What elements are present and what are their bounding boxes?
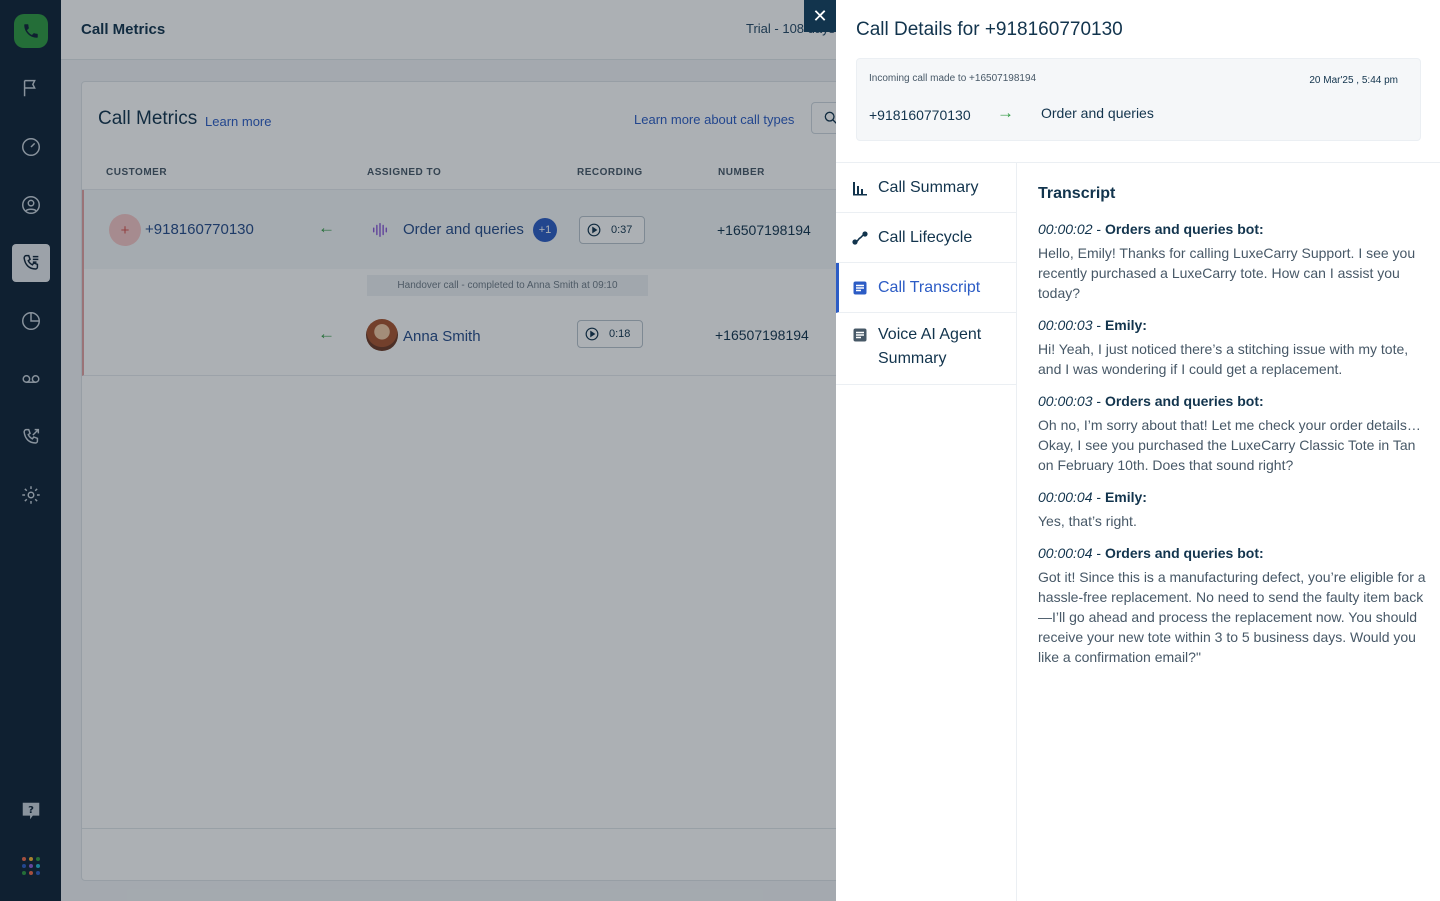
close-icon: ✕ (812, 5, 828, 26)
message-text: Hello, Emily! Thanks for calling LuxeCar… (1038, 245, 1416, 301)
destination-name: Order and queries (1041, 105, 1154, 121)
tab-label: Voice AI Agent Summary (878, 326, 982, 367)
panel-title: Call Details for +918160770130 (856, 19, 1123, 40)
speaker: Orders and queries bot: (1104, 221, 1264, 237)
bar-chart-icon (853, 181, 867, 195)
timestamp: 00:00:04 (1038, 489, 1093, 505)
timestamp: 00:00:03 (1038, 393, 1093, 409)
call-direction-label: Incoming call made to +16507198194 (869, 73, 1037, 84)
tab-voice-ai-agent-summary[interactable]: Voice AI Agent Summary (836, 313, 1017, 385)
modal-backdrop[interactable] (0, 0, 836, 901)
close-panel-button[interactable]: ✕ (804, 0, 836, 32)
message-text: Hi! Yeah, I just noticed there’s a stitc… (1038, 341, 1409, 377)
tab-call-lifecycle[interactable]: Call Lifecycle (836, 213, 1017, 263)
message-text: Yes, that’s right. (1038, 513, 1137, 529)
call-timestamp: 20 Mar'25 , 5:44 pm (1309, 75, 1398, 86)
tab-label: Call Lifecycle (878, 228, 973, 246)
speaker: Emily: (1104, 317, 1147, 333)
speaker: Emily: (1104, 489, 1147, 505)
tab-call-summary[interactable]: Call Summary (836, 163, 1017, 213)
tab-label: Call Transcript (878, 278, 981, 296)
transcript-entry: 00:00:03 - Orders and queries bot: Oh no… (1038, 393, 1430, 475)
message-text: Got it! Since this is a manufacturing de… (1038, 569, 1426, 665)
timestamp: 00:00:02 (1038, 221, 1093, 237)
lifecycle-icon (852, 230, 868, 245)
caller-number: +918160770130 (869, 107, 971, 123)
tab-call-transcript[interactable]: Call Transcript (836, 263, 1017, 313)
call-details-panel: Call Details for +918160770130 Incoming … (836, 0, 1440, 901)
transcript-heading: Transcript (1038, 185, 1116, 202)
speaker: Orders and queries bot: (1104, 545, 1264, 561)
speaker: Orders and queries bot: (1104, 393, 1264, 409)
tab-label: Call Summary (878, 178, 979, 196)
detail-tabs: Call Summary Call Lifecycle Call Transcr… (836, 163, 1017, 901)
transcript-entry: 00:00:02 - Orders and queries bot: Hello… (1038, 221, 1430, 303)
call-info-box: Incoming call made to +16507198194 20 Ma… (856, 58, 1421, 141)
transcript-entry: 00:00:04 - Orders and queries bot: Got i… (1038, 545, 1430, 667)
message-text: Oh no, I’m sorry about that! Let me chec… (1038, 417, 1421, 473)
transcript-entry: 00:00:04 - Emily: Yes, that’s right. (1038, 489, 1430, 531)
transcript-section: Transcript 00:00:02 - Orders and queries… (1038, 185, 1430, 681)
timestamp: 00:00:04 (1038, 545, 1093, 561)
summary-icon (853, 328, 867, 342)
transcript-entry: 00:00:03 - Emily: Hi! Yeah, I just notic… (1038, 317, 1430, 379)
timestamp: 00:00:03 (1038, 317, 1093, 333)
arrow-right-icon: → (997, 103, 1014, 122)
transcript-icon (853, 281, 867, 294)
